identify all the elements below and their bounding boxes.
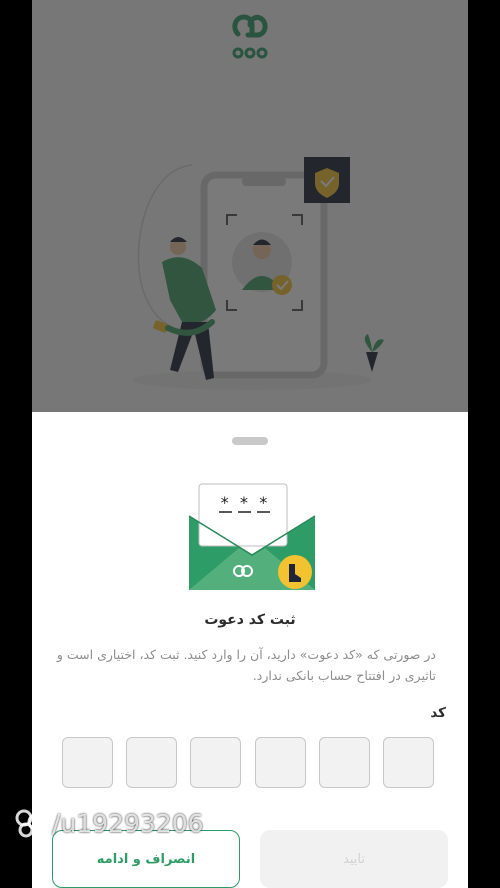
modal-backdrop[interactable] xyxy=(32,0,468,412)
code-digit-box[interactable] xyxy=(190,737,242,788)
dialog-title: ثبت کد دعوت xyxy=(204,612,296,628)
invite-code-input xyxy=(62,737,434,791)
watermark-text: /u19293206 xyxy=(52,808,204,838)
dialog-description: در صورتی که «کد دعوت» دارید، آن را وارد … xyxy=(56,647,436,683)
code-digit-box[interactable] xyxy=(318,737,370,788)
code-field-label: کد xyxy=(430,705,446,721)
confirm-button[interactable]: تایید xyxy=(260,830,448,888)
invite-envelope-icon: * * * xyxy=(188,483,316,590)
code-digit-box[interactable] xyxy=(126,737,178,788)
watermark-logo-icon xyxy=(15,809,45,838)
onboarding-background xyxy=(32,0,468,412)
code-digit-box[interactable] xyxy=(254,737,306,788)
app-screen: * * * ثبت کد دعوت در صورتی که «کد دعوت» … xyxy=(32,0,468,888)
watermark: /u19293206 xyxy=(14,806,204,840)
code-digit-box[interactable] xyxy=(382,737,434,788)
code-digit-box[interactable] xyxy=(62,737,113,788)
envelope-code-stars: * * * xyxy=(220,493,268,512)
drag-handle[interactable] xyxy=(232,437,268,445)
